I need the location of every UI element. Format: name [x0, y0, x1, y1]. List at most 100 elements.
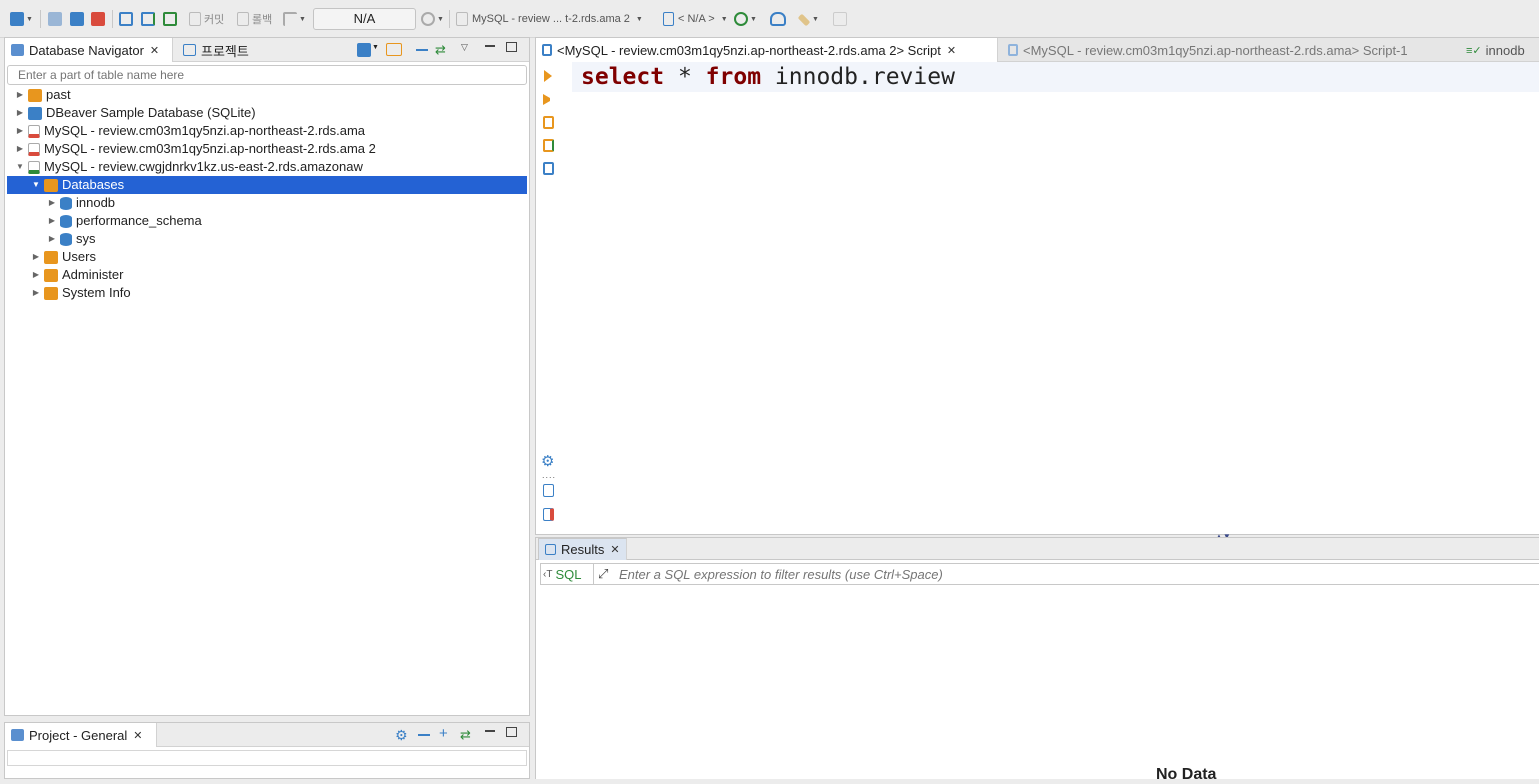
- link-with-editor-icon[interactable]: ⇄: [460, 727, 471, 743]
- chevron-right-icon[interactable]: ▶: [31, 284, 41, 302]
- gear-icon[interactable]: ⚙: [395, 727, 408, 744]
- chevron-right-icon[interactable]: ▶: [47, 230, 57, 248]
- delete-icon[interactable]: [543, 508, 554, 521]
- execute-script-new-tab-icon[interactable]: [543, 139, 554, 152]
- divider: [593, 564, 594, 584]
- refresh-button[interactable]: ▼: [734, 10, 757, 28]
- chevron-right-icon[interactable]: ▶: [15, 122, 25, 140]
- back-button[interactable]: [833, 10, 847, 28]
- sql-button[interactable]: ‹T SQL: [543, 566, 581, 582]
- close-icon[interactable]: ✕: [610, 543, 619, 556]
- transaction-mode-button[interactable]: ▼: [283, 10, 306, 28]
- tab-label: innodb: [1485, 42, 1525, 58]
- rollback-label: 롤백: [252, 14, 273, 26]
- tab-project[interactable]: 프로젝트: [177, 38, 255, 62]
- export-icon[interactable]: [543, 484, 554, 497]
- active-connection-selector[interactable]: MySQL - review ... t-2.rds.ama 2 ▼: [456, 10, 643, 28]
- project-icon: [11, 729, 24, 741]
- chevron-right-icon[interactable]: ▶: [31, 266, 41, 284]
- link-with-editor-icon[interactable]: ⇄: [435, 42, 446, 58]
- collapse-all-icon[interactable]: [418, 734, 430, 736]
- minimize-icon[interactable]: [485, 730, 495, 732]
- chevron-down-icon[interactable]: ▼: [15, 158, 25, 176]
- tree-item-label: Databases: [62, 177, 125, 192]
- tab-results[interactable]: Results ✕: [538, 538, 627, 560]
- tree-item[interactable]: ▶ System Info: [7, 284, 527, 302]
- reconnect-button[interactable]: [70, 10, 84, 28]
- connect-button[interactable]: [48, 10, 62, 28]
- commit-button[interactable]: 커밋: [189, 10, 224, 28]
- chevron-down-icon: ▼: [812, 15, 819, 23]
- results-filter-input[interactable]: [619, 565, 1519, 583]
- close-icon[interactable]: ✕: [947, 44, 956, 57]
- tab-database-navigator[interactable]: Database Navigator ✕: [5, 38, 173, 62]
- database-navigator-panel: Database Navigator ✕ 프로젝트 ▼ ⇄ ▽ ▶ past ▶ DB…: [4, 37, 530, 716]
- new-folder-icon[interactable]: [386, 43, 402, 56]
- maximize-icon[interactable]: [506, 727, 517, 737]
- tree-item[interactable]: ▶ DBeaver Sample Database (SQLite): [7, 104, 527, 122]
- new-script-button[interactable]: [163, 10, 177, 28]
- commit-icon: [189, 12, 201, 26]
- cloud-button[interactable]: [770, 10, 786, 28]
- chevron-down-icon[interactable]: ▼: [31, 176, 41, 194]
- tree-item[interactable]: ▼ MySQL - review.cwgjdnrkv1kz.us-east-2.r…: [7, 158, 527, 176]
- results-tabbar: Results ✕: [536, 538, 1539, 560]
- expand-all-icon[interactable]: +: [439, 725, 448, 742]
- tree-item[interactable]: ▶ Users: [7, 248, 527, 266]
- sql-text-area[interactable]: select * from innodb.review: [581, 63, 955, 91]
- sql-table-name: innodb.review: [774, 64, 955, 90]
- tab-label: Results: [561, 542, 605, 557]
- new-connection-icon[interactable]: [357, 43, 371, 57]
- explain-plan-icon[interactable]: [543, 162, 554, 175]
- chevron-down-icon[interactable]: ▼: [372, 44, 379, 51]
- transaction-log-button[interactable]: ▼: [421, 10, 444, 28]
- tab-innodb[interactable]: ≡✓ innodb: [1460, 38, 1531, 62]
- schema-icon: [663, 12, 674, 26]
- execute-new-tab-icon[interactable]: [543, 94, 554, 105]
- maximize-icon[interactable]: [506, 42, 517, 52]
- close-icon[interactable]: ✕: [133, 729, 142, 742]
- table-filter-input[interactable]: [7, 65, 527, 85]
- active-schema-selector[interactable]: < N/A > ▼: [663, 10, 728, 28]
- tree-item[interactable]: ▶ MySQL - review.cm03m1qy5nzi.ap-northeas…: [7, 140, 527, 158]
- open-recent-script-button[interactable]: [141, 10, 155, 28]
- tree-item[interactable]: ▼ Databases: [7, 176, 527, 194]
- script-icon: [542, 44, 552, 56]
- tree-item[interactable]: ▶ innodb: [7, 194, 527, 212]
- tab-script[interactable]: <MySQL - review.cm03m1qy5nzi.ap-northeas…: [536, 38, 998, 62]
- view-menu-icon[interactable]: ▽: [461, 42, 468, 53]
- tree-item[interactable]: ▶ past: [7, 86, 527, 104]
- chevron-down-icon: ▼: [299, 15, 306, 23]
- chevron-right-icon[interactable]: ▶: [15, 86, 25, 104]
- sql-editor-button[interactable]: [119, 10, 133, 28]
- tools-button[interactable]: ▼: [797, 10, 819, 28]
- transaction-mode-field[interactable]: N/A: [313, 8, 416, 30]
- tree-item[interactable]: ▶ Administer: [7, 266, 527, 284]
- execute-script-icon[interactable]: [543, 116, 554, 129]
- chevron-down-icon: ▼: [437, 15, 444, 23]
- rollback-button[interactable]: 롤백: [237, 10, 272, 28]
- disconnect-button[interactable]: [91, 10, 105, 28]
- chevron-right-icon[interactable]: ▶: [31, 248, 41, 266]
- tree-item[interactable]: ▶ performance_schema: [7, 212, 527, 230]
- gear-icon[interactable]: ⚙: [541, 452, 554, 470]
- new-connection-button[interactable]: ▼: [10, 10, 33, 28]
- chevron-right-icon[interactable]: ▶: [15, 104, 25, 122]
- tab-project-general[interactable]: Project - General ✕: [5, 723, 157, 747]
- more-icon[interactable]: ....: [542, 470, 556, 480]
- tree-item[interactable]: ▶ sys: [7, 230, 527, 248]
- chevron-down-icon: ▼: [750, 15, 757, 23]
- tree-item[interactable]: ▶ MySQL - review.cm03m1qy5nzi.ap-northeas…: [7, 122, 527, 140]
- chevron-right-icon[interactable]: ▶: [15, 140, 25, 158]
- minimize-icon[interactable]: [485, 45, 495, 47]
- database-navigator-icon: [11, 44, 24, 56]
- project-filter-input[interactable]: [7, 750, 527, 766]
- sql-keyword-from: from: [705, 64, 762, 90]
- close-icon[interactable]: ✕: [150, 44, 159, 57]
- chevron-right-icon[interactable]: ▶: [47, 212, 57, 230]
- execute-statement-icon[interactable]: [544, 70, 552, 82]
- expand-icon[interactable]: ⤢: [598, 566, 608, 582]
- chevron-right-icon[interactable]: ▶: [47, 194, 57, 212]
- tab-script-1[interactable]: <MySQL - review.cm03m1qy5nzi.ap-northeas…: [1002, 38, 1414, 62]
- collapse-all-icon[interactable]: [416, 49, 428, 51]
